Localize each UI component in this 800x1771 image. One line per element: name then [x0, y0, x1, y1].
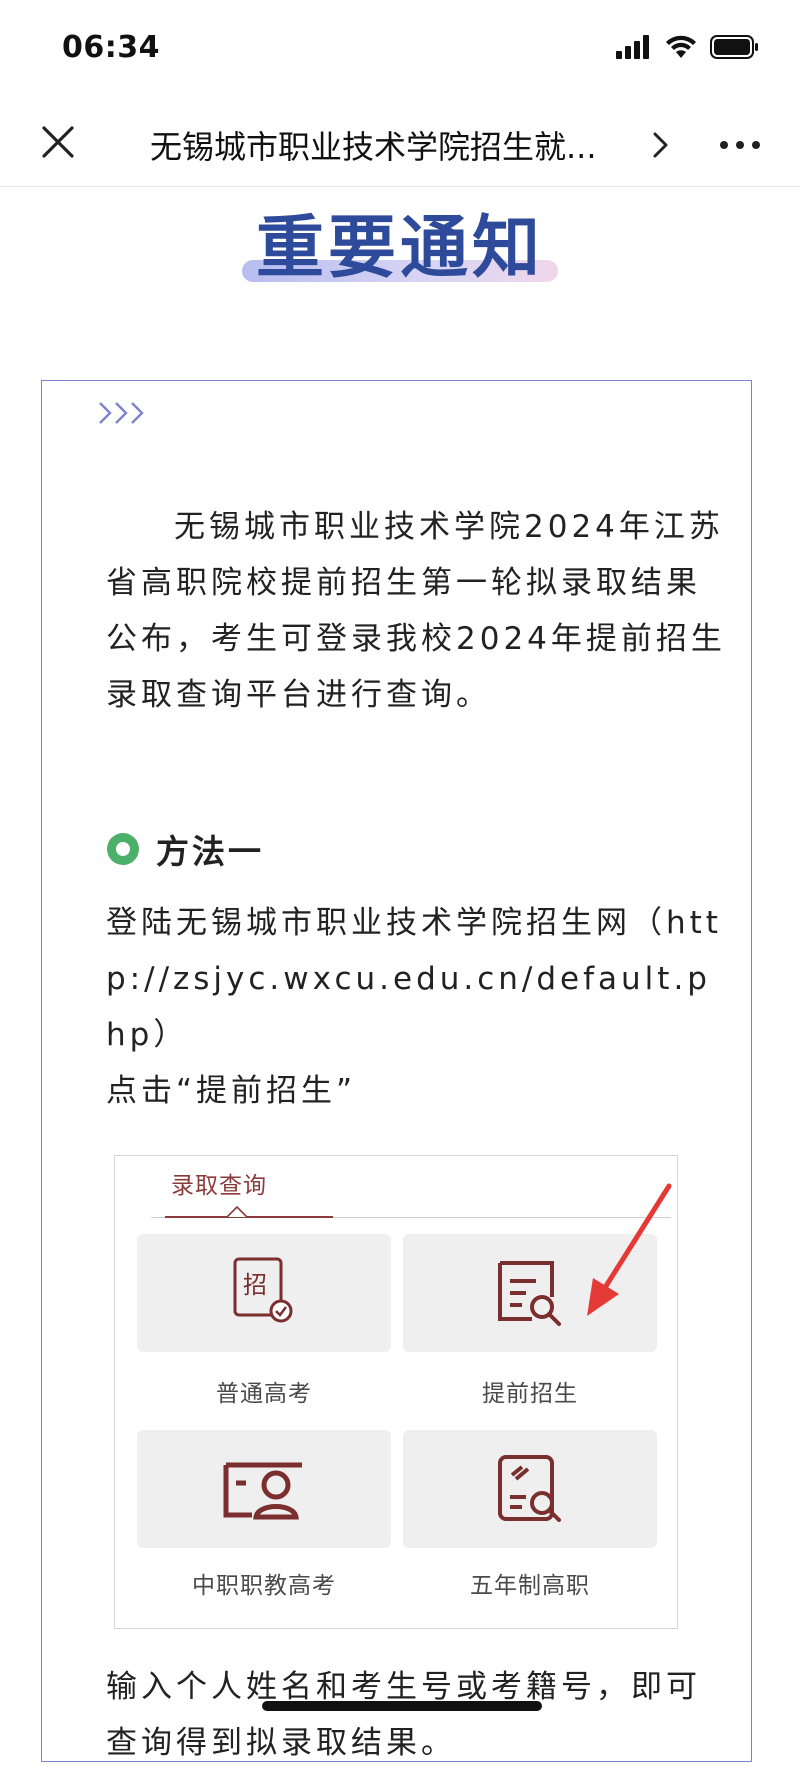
closing-paragraph: 输入个人姓名和考生号或考籍号，即可查询得到拟录取结果。 — [106, 1669, 701, 1761]
status-time: 06:34 — [62, 30, 160, 65]
chevron-right-icon[interactable] — [650, 130, 672, 160]
status-icons — [616, 34, 760, 60]
page-title[interactable]: 无锡城市职业技术学院招生就... — [150, 122, 640, 168]
caret-up-icon — [226, 1205, 248, 1218]
signal-icon — [616, 35, 649, 59]
embedded-screenshot: 录取查询 招 普通高考 提前招生 中职职教高考 五年制高职 — [114, 1155, 678, 1629]
tile-label-five-year: 五年制高职 — [470, 1573, 590, 1599]
wifi-icon — [666, 35, 696, 58]
nav-bar: 无锡城市职业技术学院招生就... — [0, 100, 800, 187]
intro-paragraph: 无锡城市职业技术学院2024年江苏省高职院校提前招生第一轮拟录取结果公布，考生可… — [106, 509, 726, 713]
heading-text: 重要通知 — [255, 209, 544, 288]
status-bar: 06:34 — [0, 0, 800, 100]
id-card-person-icon — [223, 1462, 302, 1520]
notice-heading: 重要通知 — [0, 190, 800, 300]
tile-vocational-exam — [137, 1430, 391, 1548]
method-one-line1: 登陆无锡城市职业技术学院招生网（http://zsjyc.wxcu.edu.cn… — [106, 905, 722, 1053]
tile-regular-exam: 招 — [137, 1234, 391, 1352]
green-dot-icon — [107, 833, 139, 865]
method-one-heading: 方法一 — [106, 825, 264, 873]
method-one-line2: 点击“提前招生” — [106, 1073, 357, 1109]
tile-label-regular-exam: 普通高考 — [216, 1381, 312, 1407]
triple-chevron-icon — [99, 402, 144, 424]
home-indicator — [262, 1701, 542, 1711]
red-arrow-icon — [587, 1183, 672, 1316]
more-icon[interactable] — [716, 130, 764, 160]
method-one-title: 方法一 — [156, 832, 264, 871]
embed-tab-underline — [165, 1216, 333, 1218]
battery-icon — [710, 35, 758, 59]
admission-certificate-icon: 招 — [233, 1257, 293, 1323]
svg-text:招: 招 — [243, 1271, 267, 1299]
tile-label-early-admission: 提前招生 — [482, 1381, 578, 1407]
document-search-icon — [498, 1261, 561, 1326]
embed-tab-label: 录取查询 — [171, 1173, 267, 1199]
tile-label-vocational-exam: 中职职教高考 — [192, 1573, 336, 1599]
close-icon[interactable] — [38, 122, 78, 162]
tile-five-year — [403, 1430, 657, 1548]
method-one-paragraph: 登陆无锡城市职业技术学院招生网（http://zsjyc.wxcu.edu.cn… — [106, 895, 726, 1119]
certificate-search-icon — [498, 1455, 561, 1522]
notice-card: 无锡城市职业技术学院2024年江苏省高职院校提前招生第一轮拟录取结果公布，考生可… — [41, 380, 752, 1762]
